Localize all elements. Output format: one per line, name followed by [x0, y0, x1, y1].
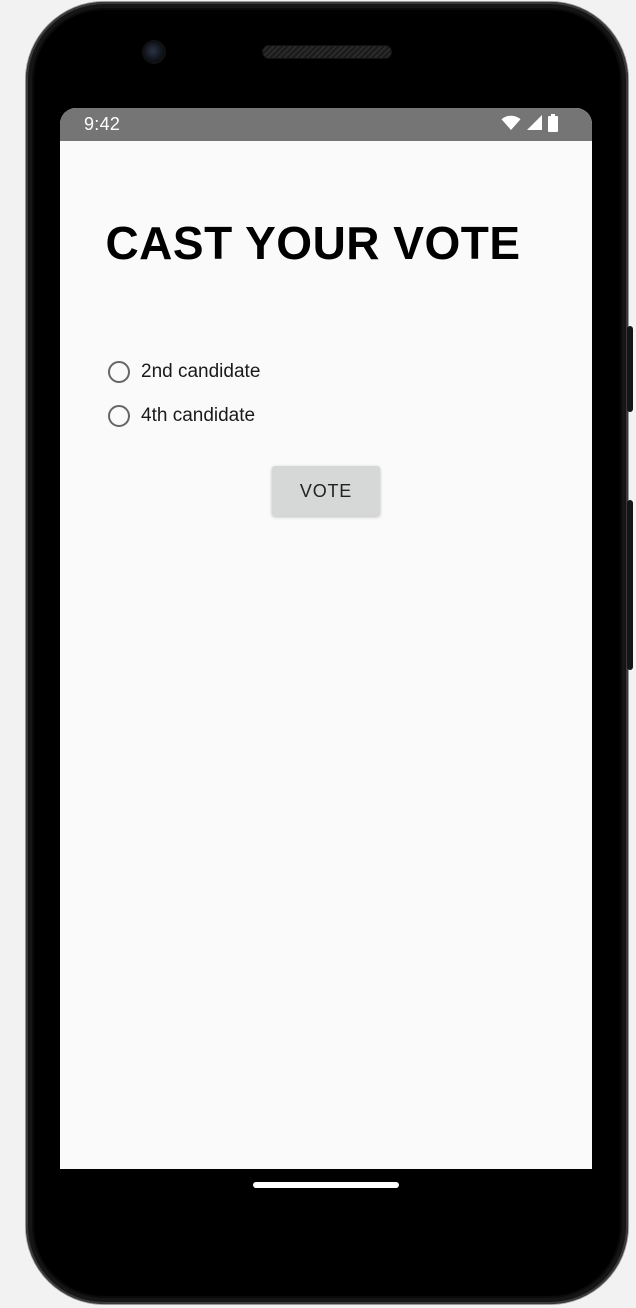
vote-button[interactable]: VOTE: [272, 466, 380, 516]
wifi-icon: [501, 115, 521, 136]
battery-icon: [548, 113, 558, 137]
volume-button: [627, 500, 633, 670]
radio-option-4th-candidate[interactable]: 4th candidate: [108, 394, 260, 438]
page-title: CAST YOUR VOTE: [105, 217, 521, 269]
home-indicator[interactable]: [253, 1182, 399, 1188]
cellular-signal-icon: [526, 114, 543, 136]
candidate-radio-group: 2nd candidate 4th candidate: [108, 350, 260, 438]
front-camera: [144, 42, 164, 62]
radio-option-2nd-candidate[interactable]: 2nd candidate: [108, 350, 260, 394]
status-bar: 9:42: [60, 108, 592, 141]
radio-label: 4th candidate: [141, 405, 256, 426]
screen: 9:42 CAST YOUR VOTE 2nd candidate 4th ca…: [60, 108, 592, 1169]
earpiece-speaker: [262, 45, 392, 59]
status-time: 9:42: [84, 114, 121, 134]
status-icons: [501, 113, 558, 137]
radio-button-icon[interactable]: [108, 405, 130, 427]
radio-button-icon[interactable]: [108, 361, 130, 383]
radio-label: 2nd candidate: [141, 361, 261, 382]
power-button: [627, 326, 633, 412]
